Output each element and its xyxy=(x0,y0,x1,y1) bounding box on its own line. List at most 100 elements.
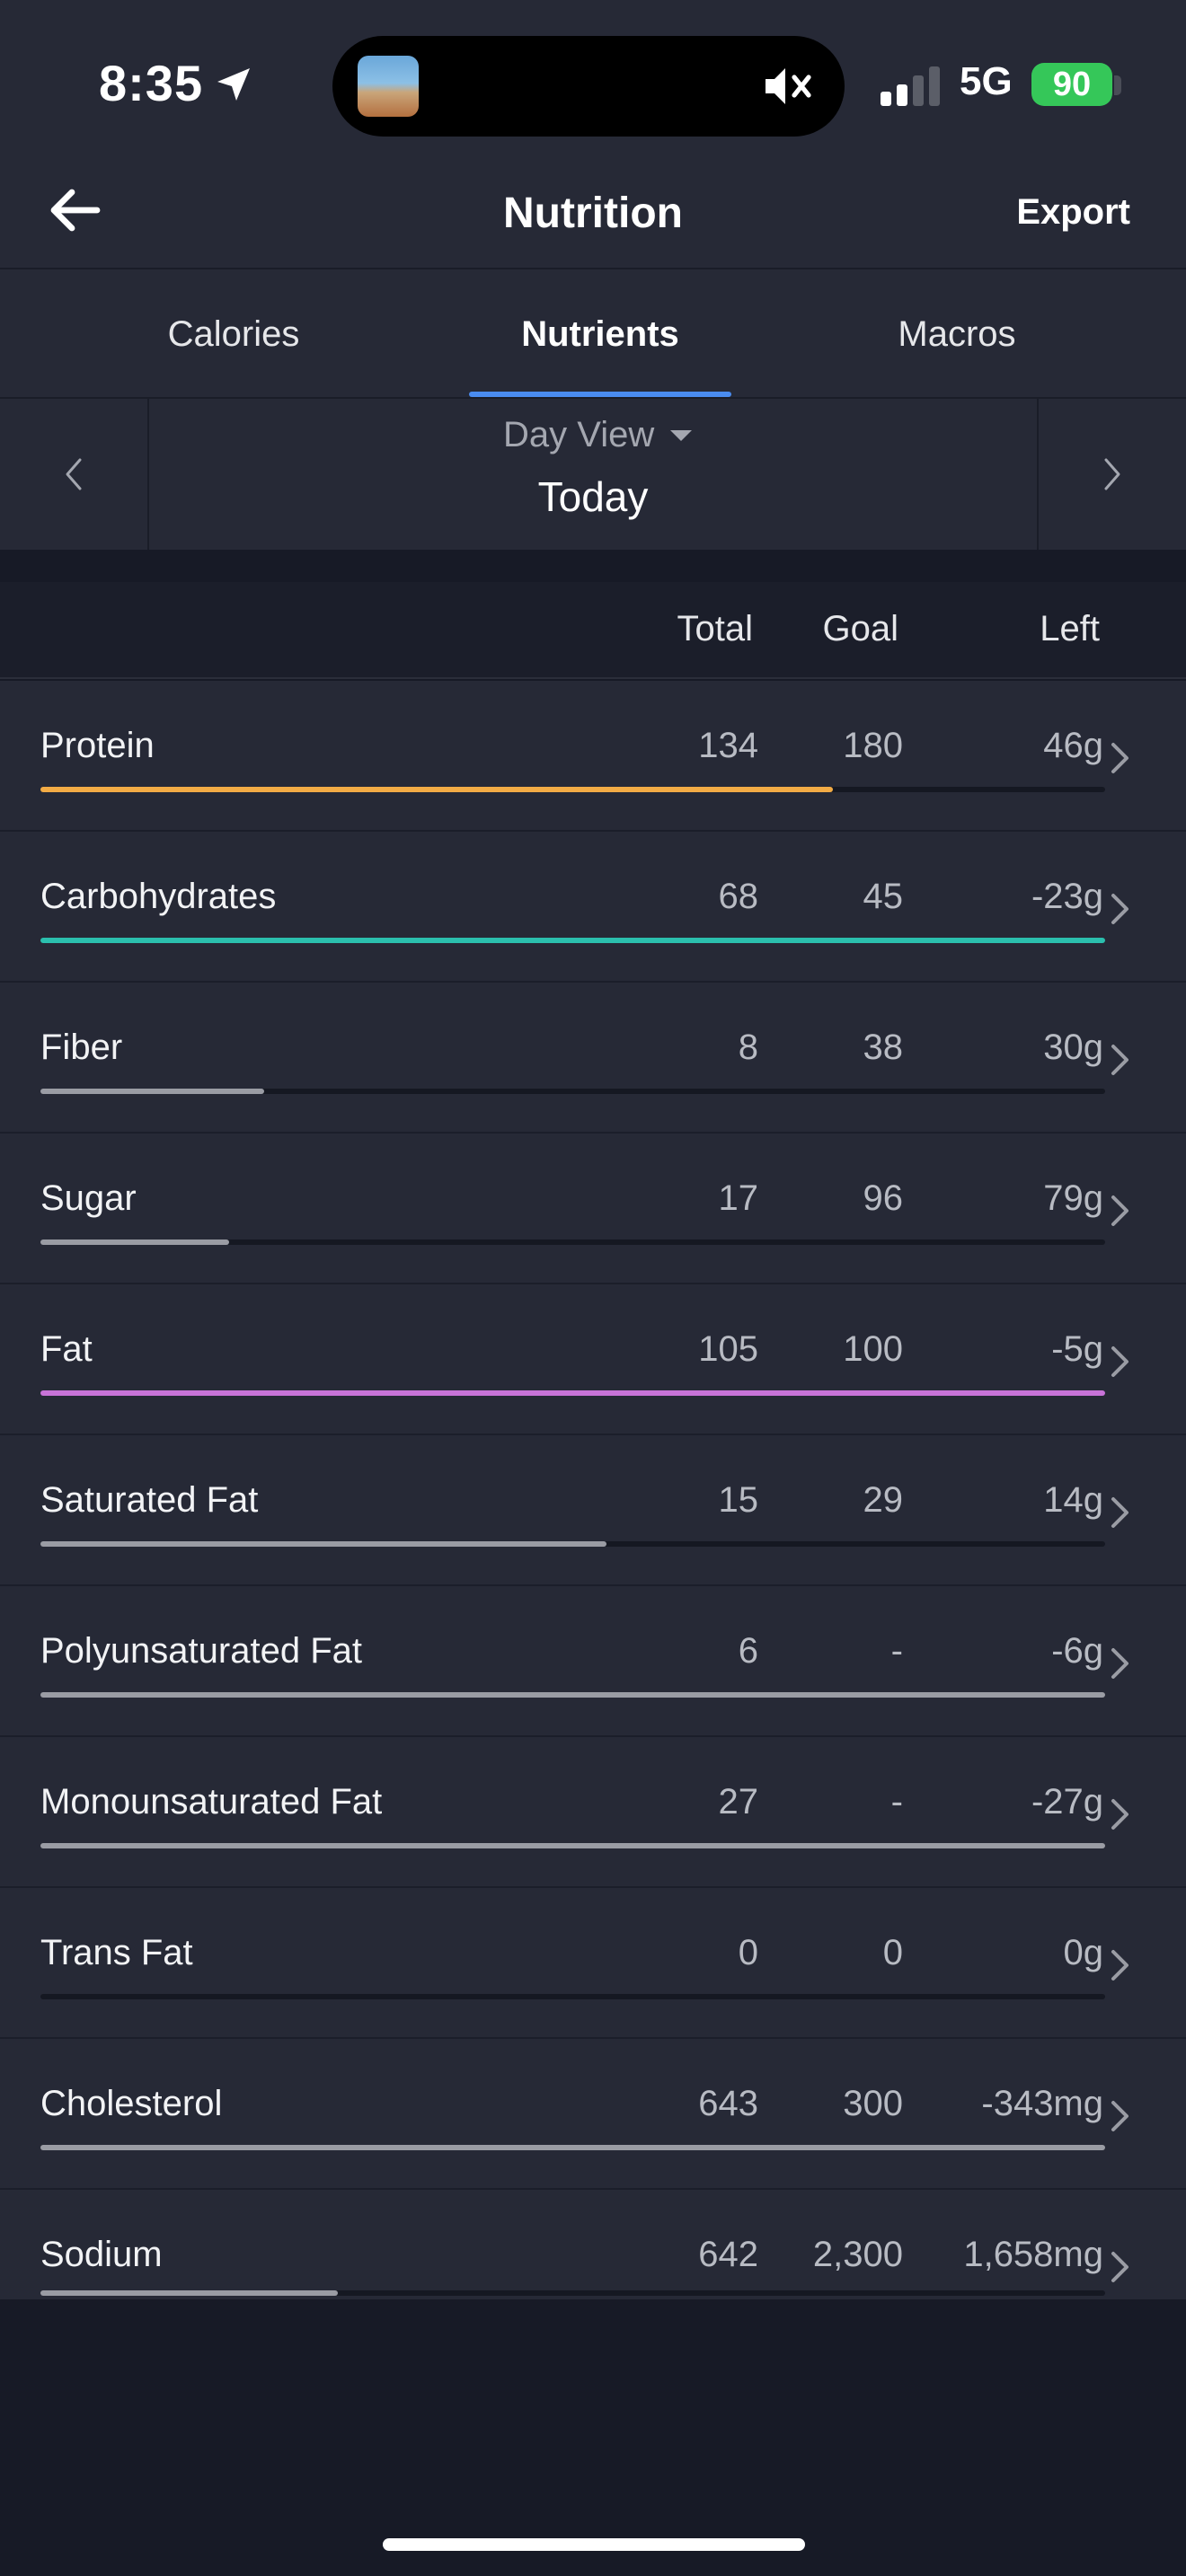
chevron-right-icon xyxy=(1111,2252,1128,2282)
nutrient-total: 134 xyxy=(698,726,758,765)
nutrient-goal: 29 xyxy=(863,1480,904,1520)
nutrient-left: 1,658mg xyxy=(963,2235,1103,2274)
nutrient-left: -343mg xyxy=(981,2084,1103,2123)
nutrient-left: -5g xyxy=(1051,1329,1103,1369)
nutrient-goal: 96 xyxy=(863,1178,904,1218)
tab-nutrients[interactable]: Nutrients xyxy=(469,269,731,399)
nutrient-goal: 180 xyxy=(843,726,903,765)
chevron-right-icon xyxy=(1111,743,1128,773)
network-type: 5G xyxy=(960,59,1013,103)
chevron-right-icon xyxy=(1111,2101,1128,2131)
arrow-left-icon[interactable] xyxy=(43,178,108,243)
nutrient-total: 8 xyxy=(738,1028,758,1067)
progress-track xyxy=(40,1692,1105,1698)
progress-track xyxy=(40,938,1105,943)
current-date: Today xyxy=(537,473,649,520)
cellular-signal-icon xyxy=(881,66,940,106)
nutrient-total: 0 xyxy=(738,1933,758,1972)
nutrient-name: Trans Fat xyxy=(40,1933,193,1972)
date-selector: Day View Today xyxy=(0,399,1186,550)
chevron-right-icon xyxy=(1111,1195,1128,1226)
battery-level: 90 xyxy=(1052,65,1092,103)
nutrient-row-sugar[interactable]: Sugar 17 96 79g xyxy=(0,1134,1186,1284)
progress-track xyxy=(40,2145,1105,2150)
nutrient-left: 0g xyxy=(1063,1933,1104,1972)
battery-indicator: 90 xyxy=(1031,63,1112,106)
progress-track xyxy=(40,1089,1105,1094)
view-mode-dropdown[interactable]: Day View xyxy=(503,415,694,455)
status-bar: 8:35 5G 90 xyxy=(0,0,1186,153)
nutrient-row-sodium[interactable]: Sodium 642 2,300 1,658mg xyxy=(0,2190,1186,2299)
nutrition-screen: 8:35 5G 90 Nutrition Export Calories Nut… xyxy=(0,0,1186,2576)
nutrient-row-fiber[interactable]: Fiber 8 38 30g xyxy=(0,983,1186,1134)
nutrient-row-carbohydrates[interactable]: Carbohydrates 68 45 -23g xyxy=(0,832,1186,983)
nutrient-name: Sodium xyxy=(40,2235,163,2274)
progress-fill xyxy=(40,1239,229,1245)
nutrient-left: 79g xyxy=(1043,1178,1103,1218)
nutrient-total: 105 xyxy=(698,1329,758,1369)
status-time: 8:35 xyxy=(99,55,204,111)
nutrient-name: Fat xyxy=(40,1329,93,1369)
nutrient-total: 6 xyxy=(738,1631,758,1671)
view-mode-label: Day View xyxy=(503,415,655,454)
nutrient-left: -6g xyxy=(1051,1631,1103,1671)
chevron-right-icon xyxy=(1111,1045,1128,1075)
nutrient-goal: 45 xyxy=(863,877,904,916)
nutrient-row-monounsaturated-fat[interactable]: Monounsaturated Fat 27 - -27g xyxy=(0,1737,1186,1888)
nutrient-name: Sugar xyxy=(40,1178,137,1218)
nutrient-row-polyunsaturated-fat[interactable]: Polyunsaturated Fat 6 - -6g xyxy=(0,1586,1186,1737)
nutrient-list: Protein 134 180 46g Carbohydrates 68 45 … xyxy=(0,681,1186,2299)
progress-track xyxy=(40,1541,1105,1547)
nutrient-name: Fiber xyxy=(40,1028,123,1067)
nutrient-total: 68 xyxy=(718,877,759,916)
nutrient-name: Cholesterol xyxy=(40,2084,223,2123)
tab-macros[interactable]: Macros xyxy=(845,269,1069,399)
nutrient-row-cholesterol[interactable]: Cholesterol 643 300 -343mg xyxy=(0,2039,1186,2190)
progress-fill xyxy=(40,1692,1105,1698)
chevron-right-icon xyxy=(1111,1799,1128,1830)
nutrient-left: 46g xyxy=(1043,726,1103,765)
dynamic-island xyxy=(332,36,845,137)
tab-calories[interactable]: Calories xyxy=(117,269,350,399)
nutrient-left: -23g xyxy=(1031,877,1103,916)
progress-track xyxy=(40,2290,1105,2296)
chevron-right-icon xyxy=(1111,1648,1128,1679)
progress-fill xyxy=(40,2290,338,2296)
chevron-right-icon xyxy=(1104,458,1120,490)
nutrient-left: 30g xyxy=(1043,1028,1103,1067)
nutrient-goal: 2,300 xyxy=(812,2235,903,2274)
tab-bar: Calories Nutrients Macros xyxy=(0,269,1186,399)
location-arrow-icon xyxy=(217,68,250,101)
now-playing-thumbnail xyxy=(358,56,419,117)
chevron-right-icon xyxy=(1111,1497,1128,1528)
nutrient-goal: 300 xyxy=(843,2084,903,2123)
progress-fill xyxy=(40,787,833,792)
progress-fill xyxy=(40,1843,1105,1848)
nutrient-name: Protein xyxy=(40,726,155,765)
nutrient-total: 15 xyxy=(718,1480,759,1520)
progress-track xyxy=(40,787,1105,792)
progress-track xyxy=(40,1390,1105,1396)
progress-fill xyxy=(40,938,1105,943)
nutrient-total: 642 xyxy=(698,2235,758,2274)
caret-down-icon xyxy=(670,429,693,441)
nutrient-name: Carbohydrates xyxy=(40,877,277,916)
nutrient-total: 17 xyxy=(718,1178,759,1218)
progress-fill xyxy=(40,2145,1105,2150)
column-header-left: Left xyxy=(1040,609,1100,648)
next-day-button[interactable] xyxy=(1037,399,1186,550)
nutrient-row-trans-fat[interactable]: Trans Fat 0 0 0g xyxy=(0,1888,1186,2039)
nutrient-name: Polyunsaturated Fat xyxy=(40,1631,362,1671)
nutrient-row-protein[interactable]: Protein 134 180 46g xyxy=(0,681,1186,832)
nutrient-row-saturated-fat[interactable]: Saturated Fat 15 29 14g xyxy=(0,1435,1186,1586)
progress-track xyxy=(40,1994,1105,1999)
chevron-right-icon xyxy=(1111,1950,1128,1981)
progress-fill xyxy=(40,1541,607,1547)
nutrient-left: -27g xyxy=(1031,1782,1103,1822)
export-button[interactable]: Export xyxy=(1016,192,1130,233)
nutrient-total: 643 xyxy=(698,2084,758,2123)
home-indicator[interactable] xyxy=(383,2538,805,2551)
column-header-goal: Goal xyxy=(822,609,899,648)
nutrient-row-fat[interactable]: Fat 105 100 -5g xyxy=(0,1284,1186,1435)
tab-active-indicator xyxy=(469,392,731,397)
